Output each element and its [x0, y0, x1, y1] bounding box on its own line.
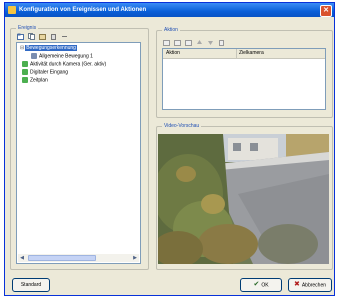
event-toolbar: [16, 32, 68, 40]
cancel-button-label: Abbrechen: [301, 282, 327, 289]
cancel-button[interactable]: ✖ Abbrechen: [288, 278, 332, 292]
properties-icon[interactable]: [60, 32, 68, 40]
paste-icon[interactable]: [38, 32, 46, 40]
tree-item-digital-input[interactable]: Digitaler Eingang: [22, 69, 68, 76]
scroll-left-button[interactable]: ◀: [18, 254, 26, 262]
input-icon: [22, 69, 28, 75]
scroll-thumb[interactable]: [28, 255, 96, 261]
copy-icon[interactable]: [27, 32, 35, 40]
tree-item-label: Allgemeine Bewegung 1: [39, 53, 93, 60]
down-icon[interactable]: [206, 38, 214, 46]
video-preview: [158, 134, 329, 264]
motion-icon: [31, 53, 37, 59]
action-list-header: Aktion Zielkamera: [163, 49, 325, 59]
tree-item-motion-detection[interactable]: ⊟ Bewegungserkennung: [20, 45, 77, 52]
title-bar[interactable]: Konfiguration von Ereignissen und Aktion…: [5, 3, 334, 17]
copy-icon[interactable]: [217, 38, 225, 46]
edit-icon[interactable]: [173, 38, 181, 46]
video-preview-label: Video-Vorschau: [162, 123, 202, 130]
tree-horizontal-scrollbar[interactable]: ◀ ▶: [18, 254, 139, 262]
camera-event-icon: [22, 61, 28, 67]
window-title: Konfiguration von Ereignissen und Aktion…: [19, 7, 147, 13]
up-icon[interactable]: [195, 38, 203, 46]
column-header-action[interactable]: Aktion: [163, 49, 237, 58]
event-group-label: Ereignis: [16, 25, 39, 32]
tree-item-label: Bewegungserkennung: [25, 45, 77, 51]
action-group-label: Aktion: [162, 27, 180, 34]
tree-item-general-motion[interactable]: Allgemeine Bewegung 1: [31, 53, 93, 60]
tree-item-label: Aktivität durch Kamera (Ger. aktiv): [30, 61, 107, 68]
tree-item-label: Digitaler Eingang: [30, 69, 69, 76]
event-tree[interactable]: ⊟ Bewegungserkennung Allgemeine Bewegung …: [16, 42, 141, 264]
tree-item-camera-activity[interactable]: Aktivität durch Kamera (Ger. aktiv): [22, 61, 106, 68]
action-list[interactable]: Aktion Zielkamera: [162, 48, 326, 110]
column-header-target-camera[interactable]: Zielkamera: [236, 49, 264, 58]
scroll-right-button[interactable]: ▶: [131, 254, 139, 262]
schedule-icon: [22, 77, 28, 83]
default-button[interactable]: Standard: [12, 278, 50, 292]
tree-item-schedule[interactable]: Zeitplan: [22, 77, 48, 84]
ok-button-label: OK: [261, 282, 269, 289]
add-icon[interactable]: [16, 32, 24, 40]
close-button[interactable]: ✕: [320, 5, 332, 17]
checkmark-icon: ✔: [253, 281, 260, 288]
app-icon: [8, 6, 16, 14]
ok-button[interactable]: ✔ OK: [240, 278, 282, 292]
default-button-label: Standard: [20, 282, 42, 288]
tree-item-label: Zeitplan: [30, 77, 48, 84]
cancel-icon: ✖: [293, 281, 300, 288]
delete-icon[interactable]: [49, 32, 57, 40]
delete-icon[interactable]: [184, 38, 192, 46]
action-toolbar: [162, 38, 225, 46]
add-icon[interactable]: [162, 38, 170, 46]
